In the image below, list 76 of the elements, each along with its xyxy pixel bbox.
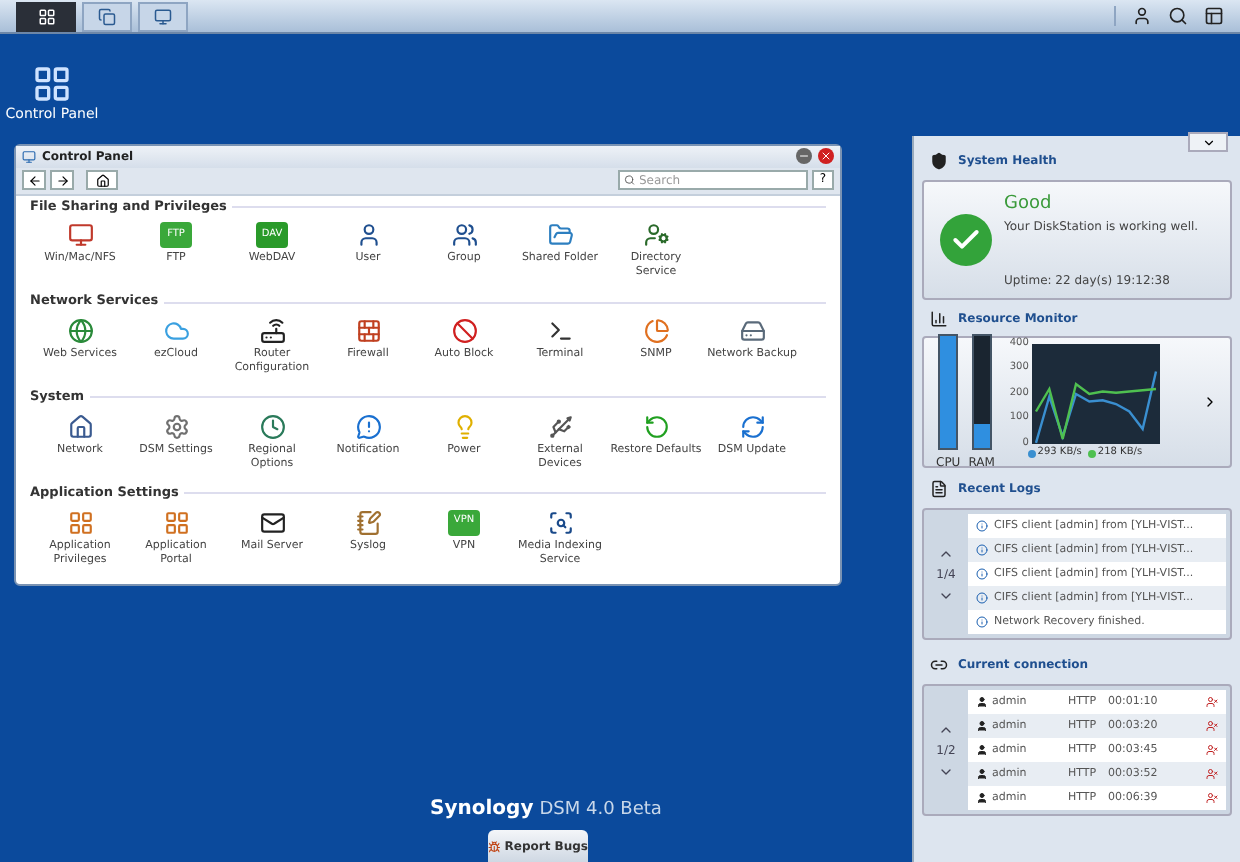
- disconnect-button[interactable]: [1206, 720, 1218, 732]
- home-button[interactable]: [86, 170, 118, 190]
- person-icon: [976, 744, 988, 756]
- grid-icon: [37, 7, 55, 25]
- info-icon: [976, 592, 988, 604]
- person-icon: [976, 792, 988, 804]
- disconnect-button[interactable]: [1206, 696, 1218, 708]
- disconnect-button[interactable]: [1206, 744, 1218, 756]
- hard-drive-icon: [739, 318, 765, 344]
- check-icon: [940, 214, 992, 266]
- chevron-down-icon: [1201, 135, 1215, 149]
- home-icon: [95, 173, 109, 187]
- bar-chart-icon: [930, 309, 948, 327]
- right-arrow-icon: [55, 173, 69, 187]
- usb-icon: [547, 413, 573, 440]
- back-button[interactable]: [22, 170, 46, 190]
- search-icon: [624, 174, 635, 186]
- refresh-icon: [739, 413, 765, 440]
- person-icon: [976, 768, 988, 780]
- mail-icon: [259, 509, 285, 535]
- grid-icon: [163, 509, 189, 535]
- circular-arrow-icon: [643, 413, 669, 440]
- next-button[interactable]: [1202, 394, 1218, 410]
- close-icon: [820, 150, 832, 162]
- chart-line: [1035, 381, 1157, 440]
- user-button[interactable]: [1132, 6, 1152, 26]
- disconnect-button[interactable]: [1206, 792, 1218, 804]
- info-icon: [976, 616, 988, 628]
- brand-logo: Synology: [430, 795, 534, 823]
- grid-icon: [32, 64, 72, 104]
- house-icon: [67, 413, 93, 440]
- legend-marker: [1087, 449, 1096, 457]
- person-icon: [355, 222, 381, 249]
- minimize-button[interactable]: [796, 148, 812, 164]
- monitor-icon: [67, 222, 93, 249]
- pie-chart-icon: [643, 318, 669, 344]
- folder-icon: [547, 222, 573, 249]
- health-status: Good: [1004, 192, 1054, 218]
- clock-icon: [259, 413, 285, 440]
- info-icon: [976, 544, 988, 556]
- lightbulb-icon: [451, 413, 477, 440]
- chart-line: [1035, 370, 1158, 443]
- link-icon: [930, 655, 948, 673]
- gear-icon: [163, 413, 189, 440]
- minus-icon: [798, 150, 810, 162]
- forward-button[interactable]: [50, 170, 74, 190]
- close-button[interactable]: [818, 148, 834, 164]
- ban-icon: [451, 318, 477, 344]
- terminal-icon: [547, 318, 573, 344]
- product-version: DSM 4.0 Beta: [539, 797, 662, 823]
- monitor-icon: [154, 7, 172, 25]
- bug-icon: [488, 839, 501, 853]
- search-icon: [547, 509, 573, 535]
- disconnect-button[interactable]: [1206, 768, 1218, 780]
- left-arrow-icon: [27, 173, 41, 187]
- wall-icon: [355, 318, 381, 344]
- person-icon: [976, 696, 988, 708]
- grid-icon: [67, 509, 93, 535]
- person-icon: [976, 720, 988, 732]
- globe-icon: [67, 318, 93, 344]
- info-icon: [976, 520, 988, 532]
- windows-icon: [98, 7, 116, 25]
- info-icon: [976, 568, 988, 580]
- person-gear-icon: [643, 222, 669, 249]
- monitor-icon: [22, 149, 36, 163]
- router-icon: [259, 318, 285, 344]
- widgets-button[interactable]: [1204, 6, 1224, 26]
- notepad-icon: [355, 509, 381, 535]
- legend-marker: [1027, 449, 1036, 457]
- shield-icon: [930, 151, 948, 169]
- search-button[interactable]: [1168, 6, 1188, 26]
- cloud-icon: [163, 318, 189, 344]
- people-icon: [451, 222, 477, 249]
- taskbar-button[interactable]: [16, 1, 76, 31]
- alert-bubble-icon: [355, 413, 381, 440]
- document-icon: [930, 479, 948, 497]
